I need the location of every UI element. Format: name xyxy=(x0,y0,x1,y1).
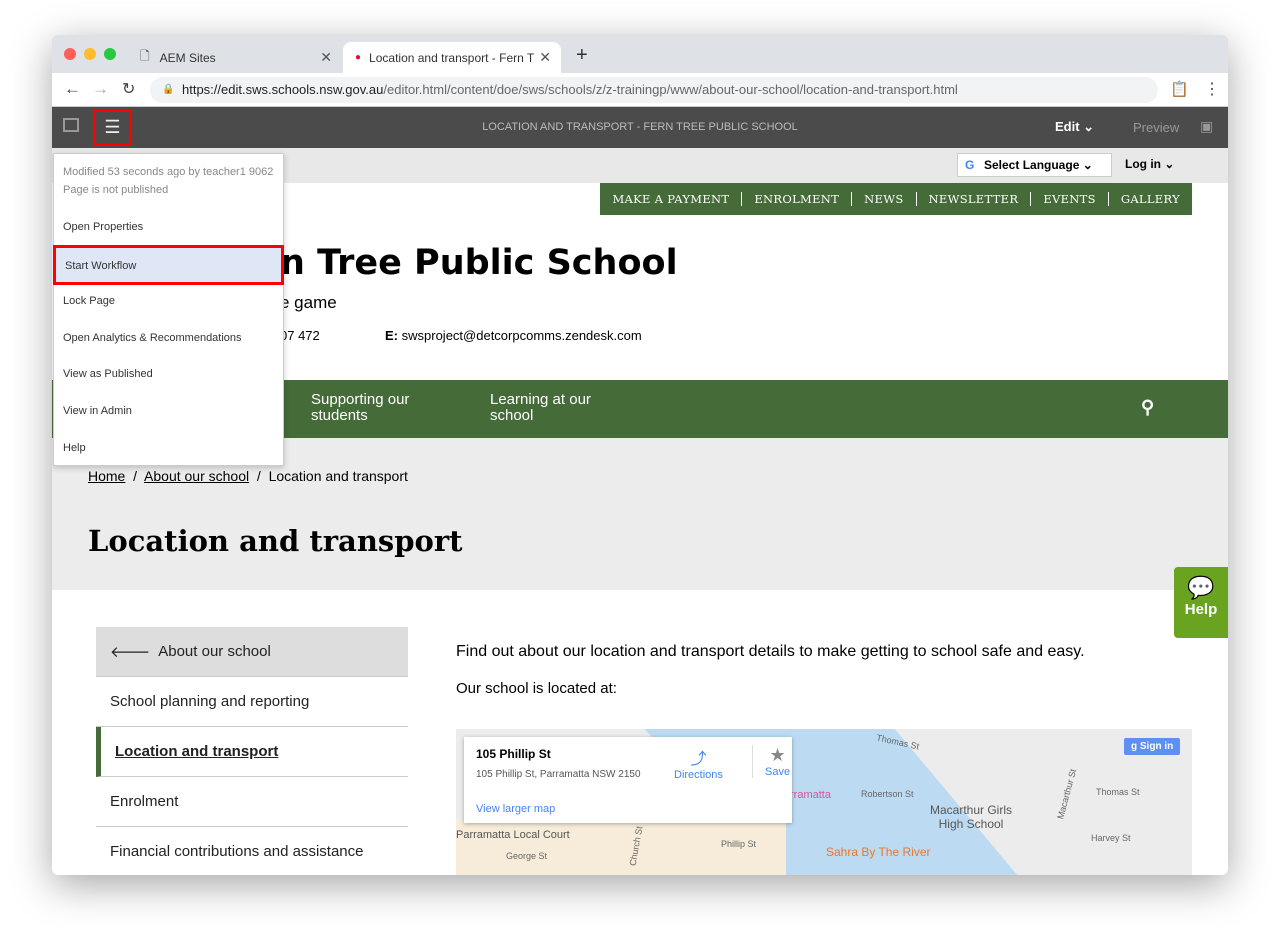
aem-page-title: LOCATION AND TRANSPORT - FERN TREE PUBLI… xyxy=(482,121,798,133)
map-label: rramatta xyxy=(790,789,831,801)
close-tab-icon[interactable]: ✕ xyxy=(320,49,332,66)
close-window-button[interactable] xyxy=(64,48,76,60)
directions-button[interactable]: ⤴ Directions xyxy=(674,745,723,781)
menu-start-workflow[interactable]: Start Workflow xyxy=(53,245,284,285)
publish-status: Page is not published xyxy=(63,184,169,196)
breadcrumb-about[interactable]: About our school xyxy=(144,468,249,484)
close-tab-icon[interactable]: ✕ xyxy=(539,49,551,66)
school-email: E: swsproject@detcorpcomms.zendesk.com xyxy=(385,328,642,343)
annotate-icon[interactable]: ▣ xyxy=(1200,118,1213,135)
menu-open-properties[interactable]: Open Properties xyxy=(63,221,143,233)
new-tab-button[interactable]: + xyxy=(576,44,588,67)
chat-bubbles-icon: 💬 xyxy=(1187,575,1215,600)
more-menu-icon[interactable]: ⋮ xyxy=(1204,79,1220,99)
map-label: Harvey St xyxy=(1091,833,1131,843)
reload-icon[interactable]: ↻ xyxy=(122,79,135,99)
place-card: 105 Phillip St 105 Phillip St, Parramatt… xyxy=(464,737,792,823)
sidebar-back-link[interactable]: 🡐 About our school xyxy=(96,627,408,677)
tab-bar: 🗋 AEM Sites ✕ ● Location and transport - Fe… xyxy=(52,35,1228,73)
edit-mode-dropdown[interactable]: Edit ⌄ xyxy=(1055,119,1094,135)
forward-icon[interactable]: → xyxy=(92,79,109,99)
menu-view-as-published[interactable]: View as Published xyxy=(63,368,153,380)
arrow-left-icon: 🡐 xyxy=(110,644,151,661)
place-name: 105 Phillip St xyxy=(476,747,551,761)
top-nav: MAKE A PAYMENT ENROLMENT NEWS NEWSLETTER EVE… xyxy=(600,183,1192,215)
map-label: Sahra By The River xyxy=(826,845,931,859)
topnav-news[interactable]: NEWS xyxy=(851,192,915,206)
map-label: Thomas St xyxy=(1096,787,1140,797)
sidebar-item-planning[interactable]: School planning and reporting xyxy=(96,677,408,727)
view-larger-map-link[interactable]: View larger map xyxy=(476,803,555,815)
back-icon[interactable]: ← xyxy=(64,79,81,99)
map-label: George St xyxy=(506,851,548,861)
google-icon: G xyxy=(965,158,975,172)
lock-icon: 🔒 xyxy=(162,84,175,95)
topnav-newsletter[interactable]: NEWSLETTER xyxy=(915,192,1031,206)
tab-aem-sites[interactable]: 🗋 AEM Sites ✕ xyxy=(128,42,342,73)
topnav-enrolment[interactable]: ENROLMENT xyxy=(741,192,851,206)
aem-toolbar: ☰ LOCATION AND TRANSPORT - FERN TREE PUB… xyxy=(52,107,1228,148)
login-dropdown[interactable]: Log in ⌄ xyxy=(1125,157,1174,171)
breadcrumb-home[interactable]: Home xyxy=(88,468,125,484)
nsw-favicon-icon: ● xyxy=(355,52,362,63)
google-map[interactable]: Thomas St Robertson St Macarthur Girls H… xyxy=(456,729,1192,875)
page-title: Location and transport xyxy=(88,524,463,558)
menu-open-analytics[interactable]: Open Analytics & Recommendations xyxy=(63,332,242,344)
save-button[interactable]: ★ Save xyxy=(752,745,790,778)
school-phone: 07 472 xyxy=(280,328,320,343)
document-icon: 🗋 xyxy=(140,49,150,63)
sidebar-item-enrolment[interactable]: Enrolment xyxy=(96,777,408,827)
star-icon: ★ xyxy=(769,745,786,765)
preview-button[interactable]: Preview xyxy=(1133,120,1179,135)
menu-view-in-admin[interactable]: View in Admin xyxy=(63,405,132,417)
help-widget[interactable]: 💬 Help xyxy=(1174,567,1228,638)
url-field[interactable]: 🔒 https://edit.sws.schools.nsw.gov.au/edi… xyxy=(150,77,1158,103)
breadcrumb: Home / About our school / Location and t… xyxy=(88,468,408,484)
map-label: Parramatta Local Court xyxy=(456,829,570,841)
tab-location-transport[interactable]: ● Location and transport - Fern T ✕ xyxy=(343,42,561,73)
sidebar-item-location[interactable]: Location and transport xyxy=(96,727,408,777)
school-name: n Tree Public School xyxy=(280,243,678,283)
topnav-make-payment[interactable]: MAKE A PAYMENT xyxy=(600,192,741,206)
intro-text: Find out about our location and transpor… xyxy=(456,643,1085,660)
topnav-events[interactable]: EVENTS xyxy=(1030,192,1108,206)
map-label: Phillip St xyxy=(721,839,757,849)
directions-icon: ⤴ xyxy=(690,751,707,768)
select-language-dropdown[interactable]: G Select Language ⌄ xyxy=(957,153,1112,177)
google-signin-button[interactable]: g Sign in xyxy=(1124,738,1181,755)
map-label: Robertson St xyxy=(861,789,914,799)
browser-window: 🗋 AEM Sites ✕ ● Location and transport - Fe… xyxy=(52,35,1228,875)
address-bar-row: ← → ↻ 🔒 https://edit.sws.schools.nsw.gov.… xyxy=(52,73,1228,107)
page-information-menu: Modified 53 seconds ago by teacher1 9062… xyxy=(53,153,284,466)
located-text: Our school is located at: xyxy=(456,680,617,697)
modified-info: Modified 53 seconds ago by teacher1 9062 xyxy=(63,166,274,178)
nav-supporting-students[interactable]: Supporting our students xyxy=(311,392,441,424)
minimize-window-button[interactable] xyxy=(84,48,96,60)
sidebar-nav: 🡐 About our school School planning and re… xyxy=(96,627,408,875)
search-icon[interactable]: ⚲ xyxy=(1141,397,1154,418)
place-address: 105 Phillip St, Parramatta NSW 2150 xyxy=(476,769,641,780)
nav-learning[interactable]: Learning at our school xyxy=(490,392,620,424)
school-tagline: e game xyxy=(280,293,337,312)
menu-help[interactable]: Help xyxy=(63,442,86,454)
sidebar-item-financial[interactable]: Financial contributions and assistance xyxy=(96,827,408,875)
topnav-gallery[interactable]: GALLERY xyxy=(1107,192,1192,206)
maximize-window-button[interactable] xyxy=(104,48,116,60)
map-label: Macarthur Girls High School xyxy=(929,803,1012,831)
clipboard-icon[interactable]: 📋 xyxy=(1170,80,1189,98)
map-label: Macarthur St xyxy=(1055,767,1079,821)
menu-lock-page[interactable]: Lock Page xyxy=(63,295,115,307)
